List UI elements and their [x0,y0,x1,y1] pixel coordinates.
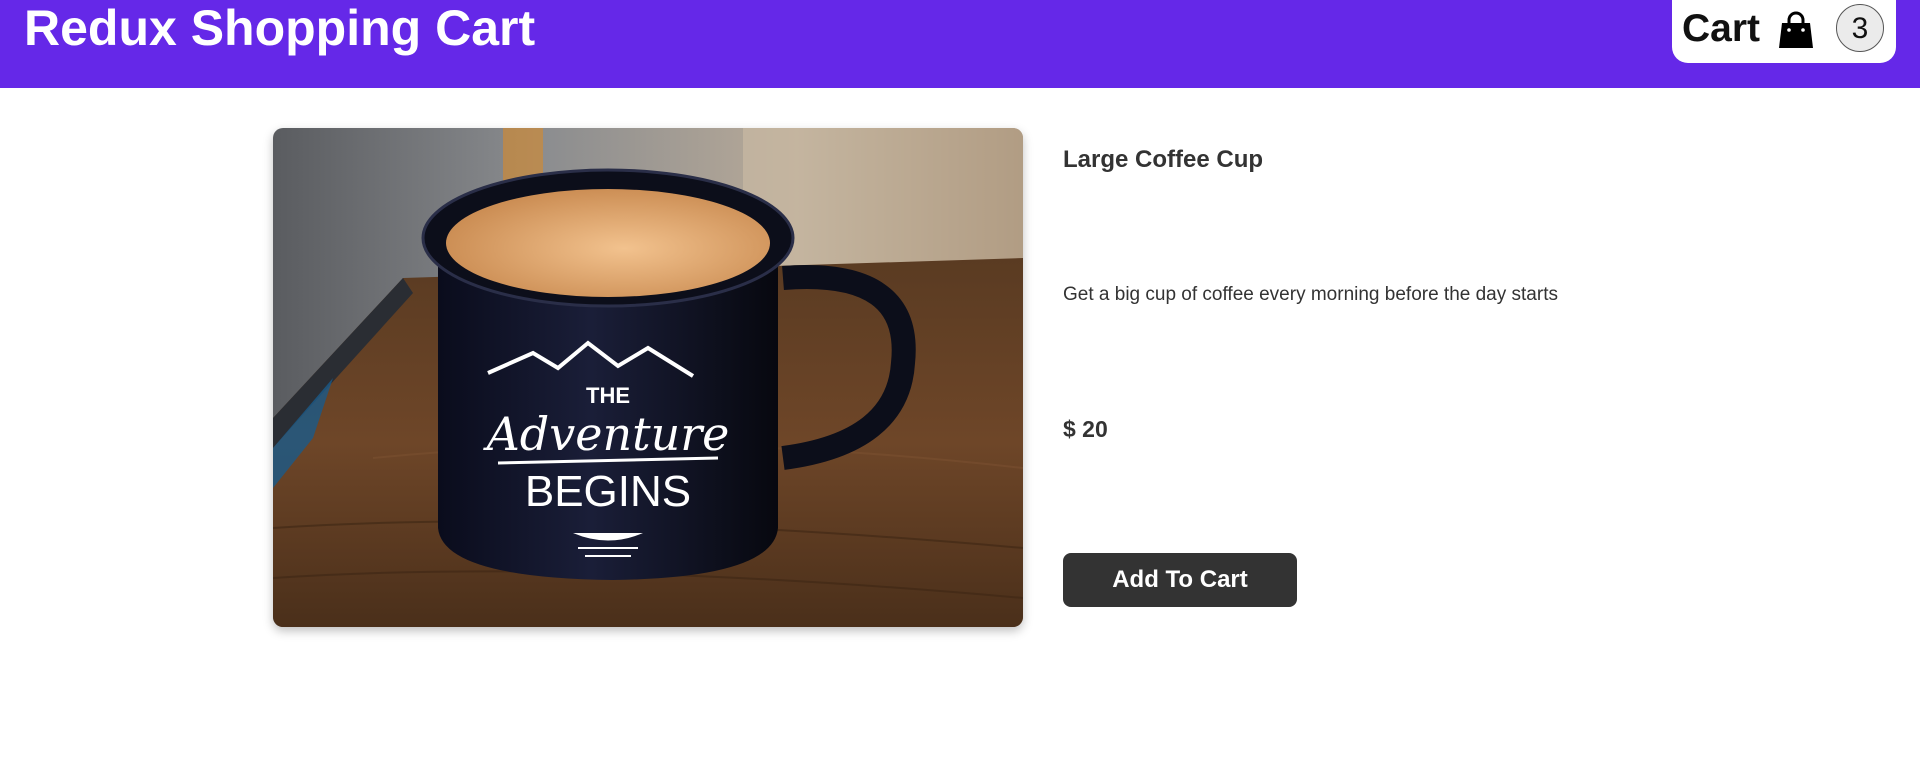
top-navbar: Redux Shopping Cart Cart 3 [0,0,1920,88]
mug-text-the: THE [586,383,630,408]
cart-button[interactable]: Cart 3 [1672,0,1896,63]
cart-label: Cart [1682,7,1761,50]
mug-text-adventure: Adventure [483,407,730,461]
mug-text-begins: BEGINS [525,467,691,516]
app-title: Redux Shopping Cart [24,0,536,56]
product-description: Get a big cup of coffee every morning be… [1063,284,1558,305]
product-name: Large Coffee Cup [1063,146,1264,173]
product-image: THE Adventure BEGINS [273,128,1023,627]
product-price: $ 20 [1063,416,1108,442]
cart-count-badge: 3 [1836,4,1884,52]
shopping-bag-icon [1776,10,1816,50]
add-to-cart-button[interactable]: Add To Cart [1063,553,1297,607]
